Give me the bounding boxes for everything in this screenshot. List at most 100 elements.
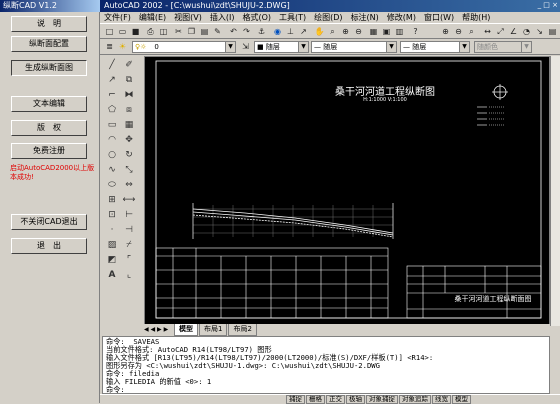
- spline-icon[interactable]: ∿: [105, 163, 119, 177]
- layer-select[interactable]: ♀☼ 0 ▼: [132, 41, 236, 53]
- menu-format[interactable]: 格式(O): [238, 12, 275, 23]
- insert-block-icon[interactable]: ⊞: [105, 193, 119, 207]
- window-controls[interactable]: _ □ ×: [528, 1, 558, 11]
- arc-icon[interactable]: ◠: [105, 133, 119, 147]
- menu-file[interactable]: 文件(F): [100, 12, 135, 23]
- config-button[interactable]: 纵断面配置: [11, 36, 87, 52]
- ellipse-icon[interactable]: ⬭: [105, 178, 119, 192]
- fillet-icon[interactable]: ⌞: [122, 268, 136, 282]
- help-icon[interactable]: ?: [410, 26, 421, 37]
- properties-icon[interactable]: ▦: [368, 26, 379, 37]
- text-edit-button[interactable]: 文本编辑: [11, 96, 87, 112]
- menu-modify[interactable]: 修改(M): [383, 12, 420, 23]
- layers-icon[interactable]: ≣: [104, 41, 115, 52]
- mirror-icon[interactable]: ⧓: [122, 88, 136, 102]
- circle-icon[interactable]: ○: [105, 148, 119, 162]
- copyright-button[interactable]: 版 权: [11, 120, 87, 136]
- rectangle-icon[interactable]: ▭: [105, 118, 119, 132]
- copy-object-icon[interactable]: ⧉: [122, 73, 136, 87]
- osnap-icon[interactable]: ◉: [272, 26, 283, 37]
- make-current-icon[interactable]: ⇲: [240, 41, 251, 52]
- erase-icon[interactable]: ✐: [122, 58, 136, 72]
- print-icon[interactable]: ⎙: [145, 26, 156, 37]
- menu-tools[interactable]: 工具(T): [275, 12, 310, 23]
- menu-edit[interactable]: 编辑(E): [135, 12, 170, 23]
- break-icon[interactable]: ⌿: [122, 238, 136, 252]
- exit-button[interactable]: 退 出: [11, 238, 87, 254]
- make-block-icon[interactable]: ⊡: [105, 208, 119, 222]
- command-line[interactable]: 命令: _SAVEAS 当前文件格式: AutoCAD R14(LT98/LT9…: [102, 336, 550, 394]
- explain-button[interactable]: 说 明: [11, 16, 87, 32]
- hatch-icon[interactable]: ▨: [105, 238, 119, 252]
- dim-leader-icon[interactable]: ↘: [534, 26, 545, 37]
- polygon-icon[interactable]: ⬠: [105, 103, 119, 117]
- rotate-icon[interactable]: ↻: [122, 148, 136, 162]
- menu-view[interactable]: 视图(V): [170, 12, 206, 23]
- lengthen-icon[interactable]: ⟷: [122, 193, 136, 207]
- menu-window[interactable]: 窗口(W): [420, 12, 458, 23]
- zoom-previous-icon[interactable]: ⊖: [353, 26, 364, 37]
- tracking-icon[interactable]: ↗: [298, 26, 309, 37]
- point-icon[interactable]: ·: [105, 223, 119, 237]
- paste-icon[interactable]: ▤: [199, 26, 210, 37]
- dim-aligned-icon[interactable]: ⤢: [495, 26, 506, 37]
- menu-draw[interactable]: 绘图(D): [310, 12, 346, 23]
- matchprop-icon[interactable]: ✎: [212, 26, 223, 37]
- plotstyle-select[interactable]: 随颜色 ▼: [474, 41, 532, 53]
- exit-keep-cad-button[interactable]: 不关闭CAD退出: [11, 214, 87, 230]
- undo-icon[interactable]: ↶: [228, 26, 239, 37]
- open-icon[interactable]: ▭: [117, 26, 128, 37]
- hyperlink-icon[interactable]: ⚓: [256, 26, 267, 37]
- menu-insert[interactable]: 插入(I): [206, 12, 239, 23]
- stretch-icon[interactable]: ⇔: [122, 178, 136, 192]
- save-icon[interactable]: ■: [130, 26, 141, 37]
- layers-toolbar: ≣ ☀ ♀☼ 0 ▼ ⇲ ■ 随层 ▼ — 随层 ▼ — 随层 ▼ 随颜色 ▼: [100, 39, 560, 55]
- offset-icon[interactable]: ⧈: [122, 103, 136, 117]
- layer-state-icon[interactable]: ☀: [117, 41, 128, 52]
- drawing-area[interactable]: 桑干河河道工程纵断图 H:1:1000 V:1:100 桑干河河道工程纵断面图: [144, 56, 550, 326]
- lineweight-select[interactable]: — 随层 ▼: [400, 41, 470, 53]
- extend-icon[interactable]: ⊣: [122, 223, 136, 237]
- cut-icon[interactable]: ✂: [173, 26, 184, 37]
- redo-icon[interactable]: ↷: [241, 26, 252, 37]
- xline-icon[interactable]: ↗: [105, 73, 119, 87]
- menu-dimension[interactable]: 标注(N): [347, 12, 383, 23]
- move-icon[interactable]: ✥: [122, 133, 136, 147]
- dim-linear-icon[interactable]: ↔: [482, 26, 493, 37]
- dim-radius-icon[interactable]: ◔: [521, 26, 532, 37]
- register-button[interactable]: 免费注册: [11, 143, 87, 159]
- tab-layout2[interactable]: 布局2: [228, 324, 257, 336]
- region-icon[interactable]: ◩: [105, 253, 119, 267]
- linetype-select[interactable]: — 随层 ▼: [311, 41, 397, 53]
- preview-icon[interactable]: ◫: [158, 26, 169, 37]
- trim-icon[interactable]: ⊢: [122, 208, 136, 222]
- ucs-icon[interactable]: ⊥: [285, 26, 296, 37]
- scale-icon[interactable]: ⤡: [122, 163, 136, 177]
- zoom-in-icon[interactable]: ⊕: [440, 26, 451, 37]
- zoom-realtime-icon[interactable]: ⌕: [327, 26, 338, 37]
- zoom-out-icon[interactable]: ⊖: [453, 26, 464, 37]
- new-icon[interactable]: □: [104, 26, 115, 37]
- dim-style-icon[interactable]: ▤: [547, 26, 558, 37]
- title-block: [406, 265, 542, 319]
- zoom-all-icon[interactable]: ⌕: [466, 26, 477, 37]
- generate-button[interactable]: 生成纵断面图: [11, 60, 87, 76]
- dim-angular-icon[interactable]: ∠: [508, 26, 519, 37]
- chamfer-icon[interactable]: ⌜: [122, 253, 136, 267]
- mtext-icon[interactable]: A: [105, 268, 119, 282]
- tab-nav-arrows[interactable]: ◀ ◀ ▶ ▶: [144, 324, 174, 335]
- zoom-window-icon[interactable]: ⊕: [340, 26, 351, 37]
- pan-icon[interactable]: ✋: [314, 26, 325, 37]
- designcenter-icon[interactable]: ▣: [381, 26, 392, 37]
- copy-icon[interactable]: ❐: [186, 26, 197, 37]
- color-select[interactable]: ■ 随层 ▼: [254, 41, 309, 53]
- menu-help[interactable]: 帮助(H): [458, 12, 494, 23]
- array-icon[interactable]: ▦: [122, 118, 136, 132]
- vertical-scrollbar[interactable]: [550, 56, 560, 326]
- dbconnect-icon[interactable]: ▥: [394, 26, 405, 37]
- pline-icon[interactable]: ⌐: [105, 88, 119, 102]
- line-icon[interactable]: ╱: [105, 58, 119, 72]
- tab-model[interactable]: 模型: [174, 324, 198, 336]
- command-prompt[interactable]: 命令:: [106, 386, 546, 394]
- tab-layout1[interactable]: 布局1: [199, 324, 228, 336]
